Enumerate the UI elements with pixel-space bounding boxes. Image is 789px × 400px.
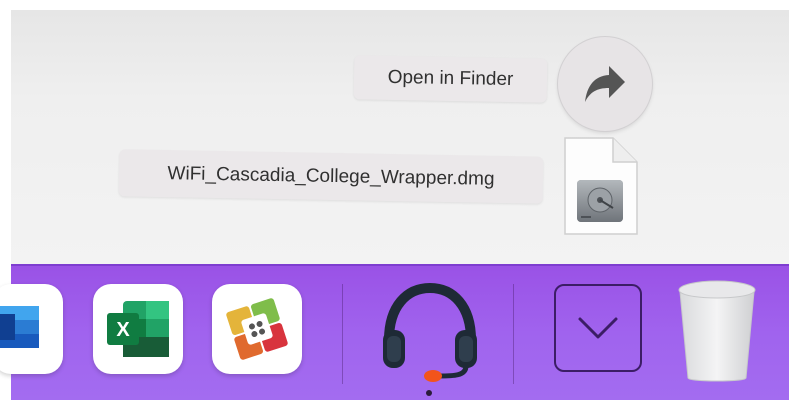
excel-letter: X — [116, 319, 130, 341]
screen-bezel-top — [0, 0, 789, 10]
chevron-down-icon — [578, 317, 618, 339]
open-in-finder-label[interactable]: Open in Finder — [353, 55, 548, 103]
dock-separator — [513, 284, 514, 384]
running-indicator-dot — [426, 390, 432, 396]
dock-separator — [342, 284, 343, 384]
file-name-label[interactable]: WiFi_Cascadia_College_Wrapper.dmg — [118, 149, 544, 204]
app-hub-icon[interactable] — [212, 284, 302, 374]
trash-icon[interactable] — [675, 278, 759, 386]
headset-app-icon[interactable] — [375, 278, 485, 382]
downloads-stack-icon[interactable] — [554, 284, 642, 372]
word-app-icon[interactable] — [0, 284, 63, 374]
desktop-area: Open in Finder WiFi_Cascadia_College_Wra… — [11, 10, 789, 264]
excel-app-icon[interactable]: X — [93, 284, 183, 374]
dock: X — [0, 264, 789, 400]
share-arrow-icon — [585, 66, 625, 102]
open-in-finder-button[interactable] — [558, 37, 652, 131]
dmg-file-icon[interactable] — [563, 136, 639, 236]
